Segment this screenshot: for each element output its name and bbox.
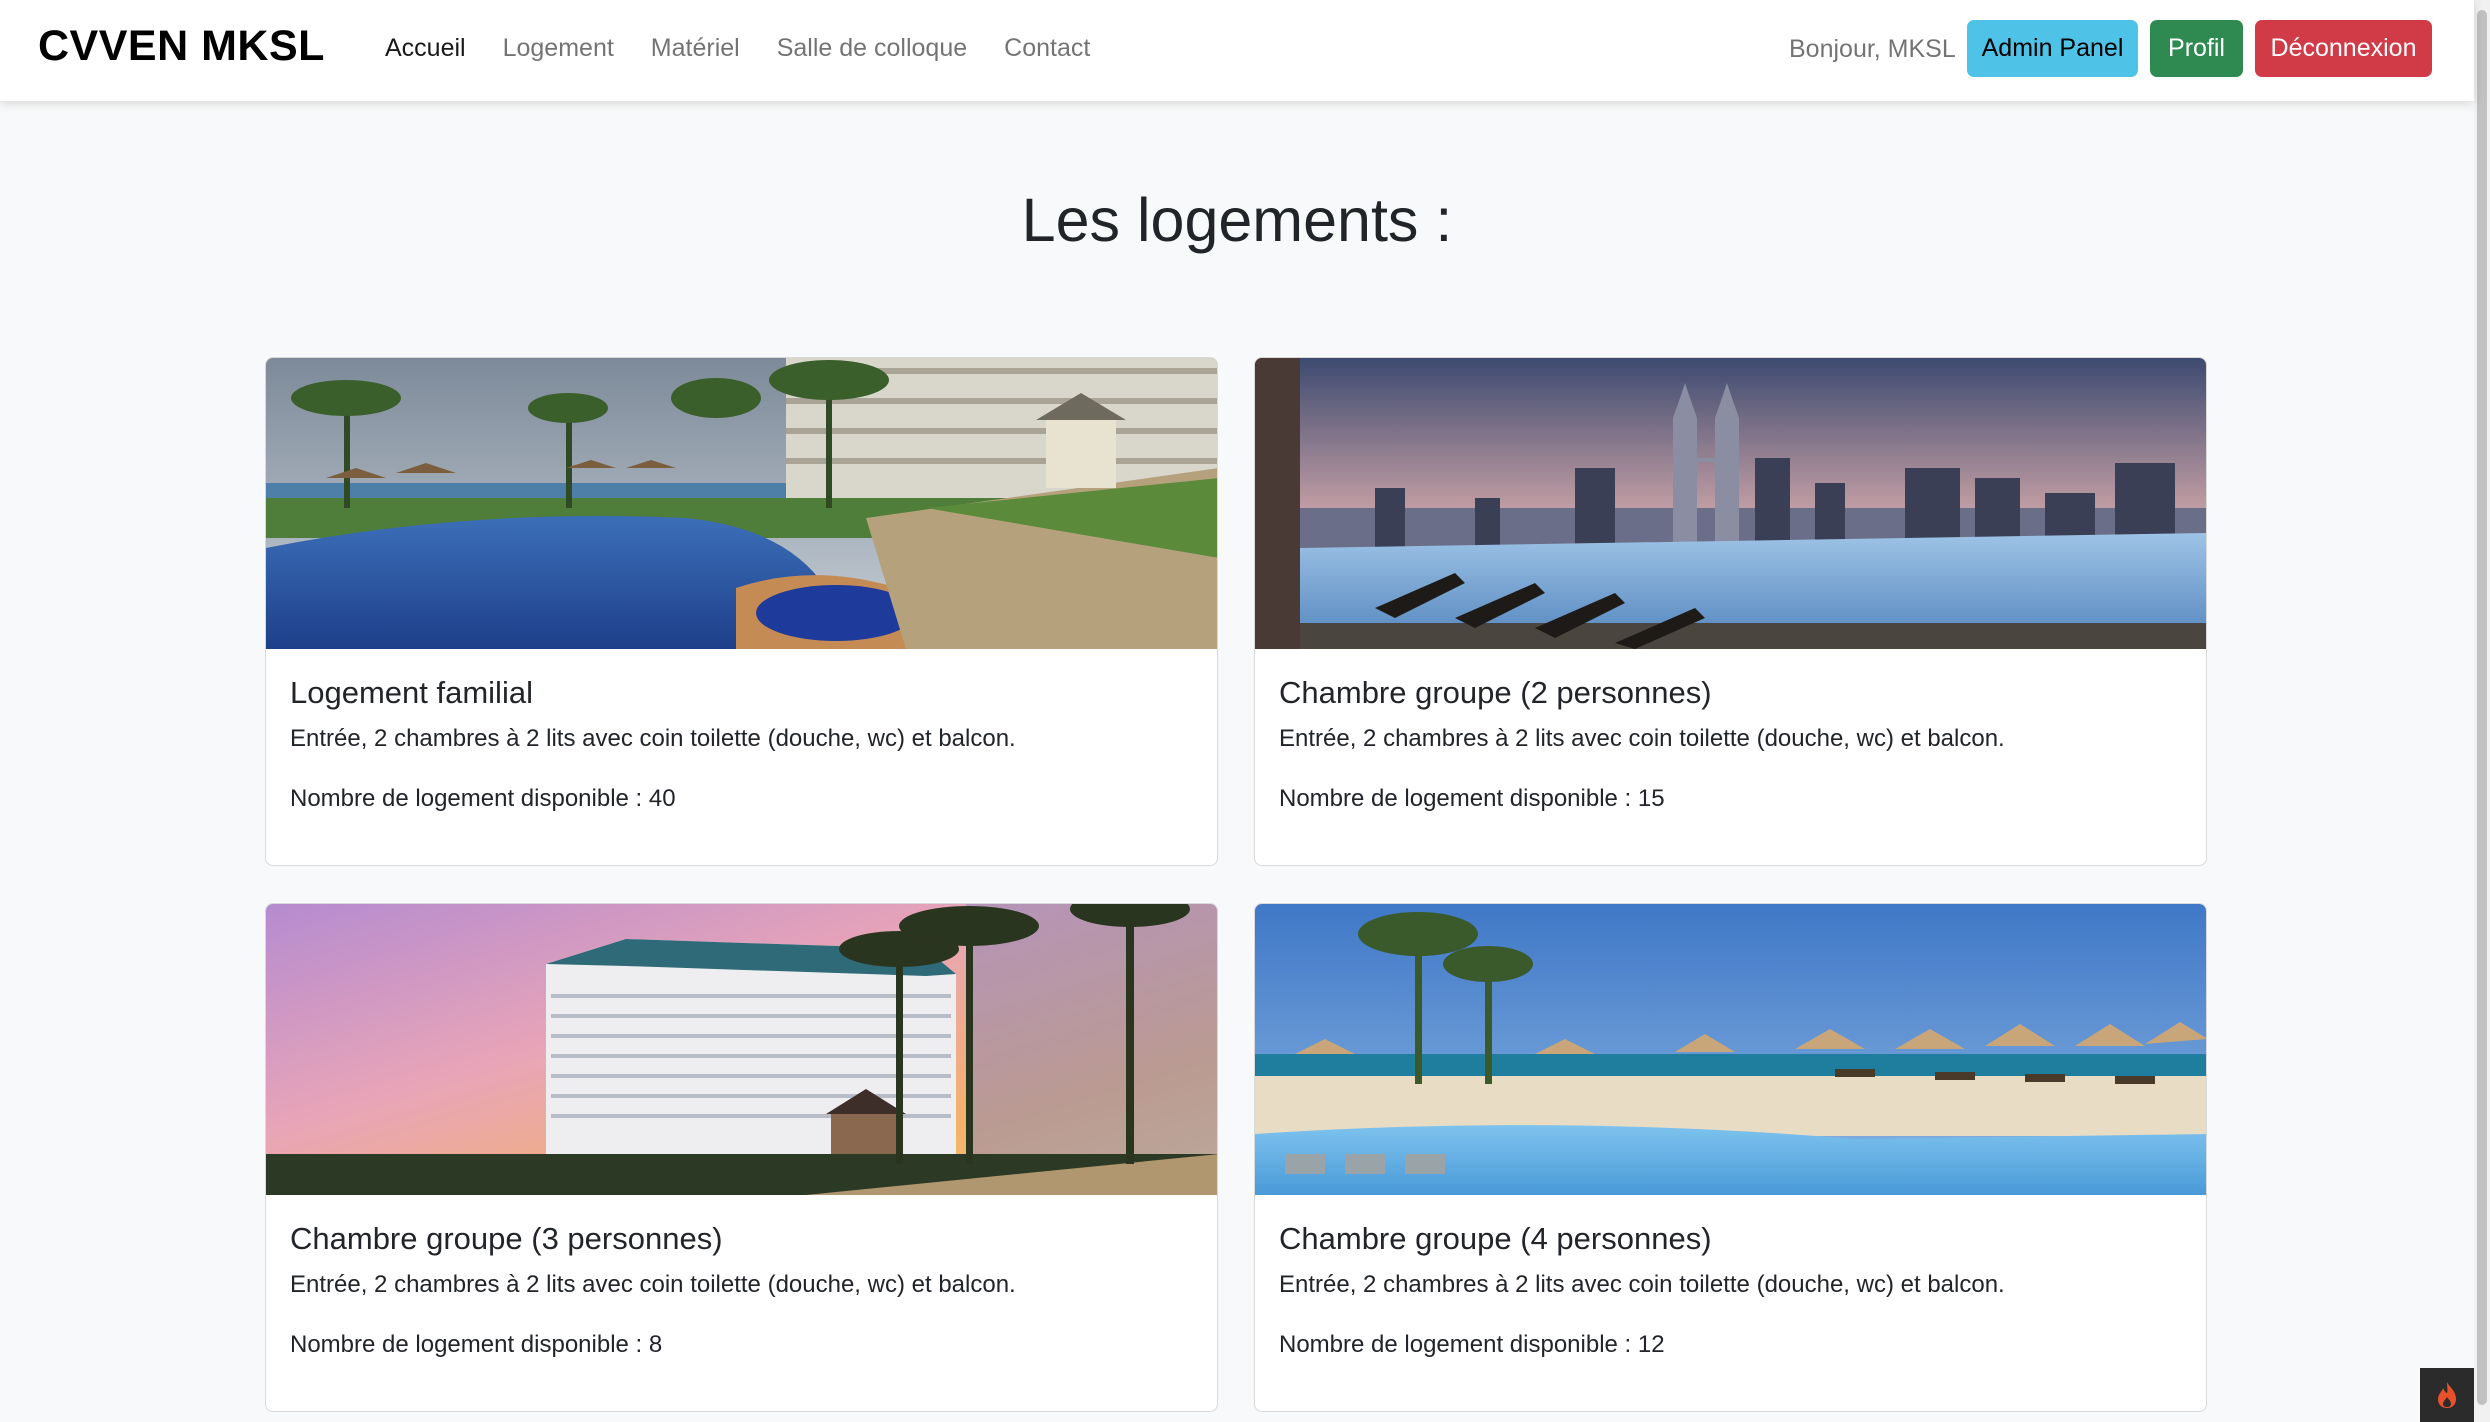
rooftop-infinity-pool-photo (1255, 358, 2206, 649)
housing-card-chambre-groupe-2[interactable]: Chambre groupe (2 personnes) Entrée, 2 c… (1254, 357, 2207, 866)
housing-card-chambre-groupe-4[interactable]: Chambre groupe (4 personnes) Entrée, 2 c… (1254, 903, 2207, 1412)
card-body: Chambre groupe (4 personnes) Entrée, 2 c… (1255, 1221, 2206, 1359)
nav-link-accueil[interactable]: Accueil (385, 34, 466, 63)
card-description: Entrée, 2 chambres à 2 lits avec coin to… (290, 725, 1016, 752)
card-availability: Nombre de logement disponible : 40 (290, 785, 676, 812)
card-availability: Nombre de logement disponible : 8 (290, 1331, 663, 1358)
card-body: Chambre groupe (3 personnes) Entrée, 2 c… (266, 1221, 1217, 1359)
resort-pool-photo (266, 358, 1217, 649)
card-body: Chambre groupe (2 personnes) Entrée, 2 c… (1255, 675, 2206, 813)
housing-card-logement-familial[interactable]: Logement familial Entrée, 2 chambres à 2… (265, 357, 1218, 866)
hotel-tower-sunset-photo (266, 904, 1217, 1195)
card-title: Chambre groupe (3 personnes) (290, 1221, 723, 1256)
vertical-scrollbar[interactable] (2474, 0, 2490, 1422)
beach-pool-umbrellas-photo (1255, 904, 2206, 1195)
card-title: Logement familial (290, 675, 533, 710)
debug-toolbar-toggle[interactable] (2420, 1368, 2474, 1422)
housing-card-chambre-groupe-3[interactable]: Chambre groupe (3 personnes) Entrée, 2 c… (265, 903, 1218, 1412)
user-greeting: Bonjour, MKSL (1789, 35, 1956, 63)
card-description: Entrée, 2 chambres à 2 lits avec coin to… (290, 1271, 1016, 1298)
page: CVVEN MKSL Accueil Logement Matériel Sal… (0, 0, 2490, 1422)
nav-link-salle-de-colloque[interactable]: Salle de colloque (777, 34, 967, 63)
card-description: Entrée, 2 chambres à 2 lits avec coin to… (1279, 725, 2005, 752)
card-body: Logement familial Entrée, 2 chambres à 2… (266, 675, 1217, 813)
logout-button[interactable]: Déconnexion (2255, 20, 2432, 77)
scrollbar-thumb[interactable] (2477, 10, 2487, 1405)
nav-links: Accueil Logement Matériel Salle de collo… (385, 34, 1127, 63)
brand-logo[interactable]: CVVEN MKSL (38, 22, 325, 71)
card-title: Chambre groupe (2 personnes) (1279, 675, 1712, 710)
profile-button[interactable]: Profil (2150, 20, 2243, 77)
card-availability: Nombre de logement disponible : 15 (1279, 785, 1665, 812)
flame-icon (2438, 1382, 2456, 1408)
nav-link-materiel[interactable]: Matériel (651, 34, 740, 63)
nav-link-contact[interactable]: Contact (1004, 34, 1090, 63)
card-description: Entrée, 2 chambres à 2 lits avec coin to… (1279, 1271, 2005, 1298)
nav-link-logement[interactable]: Logement (503, 34, 614, 63)
card-title: Chambre groupe (4 personnes) (1279, 1221, 1712, 1256)
navbar: CVVEN MKSL Accueil Logement Matériel Sal… (0, 0, 2474, 101)
admin-panel-button[interactable]: Admin Panel (1967, 20, 2138, 77)
page-title: Les logements : (1021, 186, 1453, 254)
card-availability: Nombre de logement disponible : 12 (1279, 1331, 1665, 1358)
